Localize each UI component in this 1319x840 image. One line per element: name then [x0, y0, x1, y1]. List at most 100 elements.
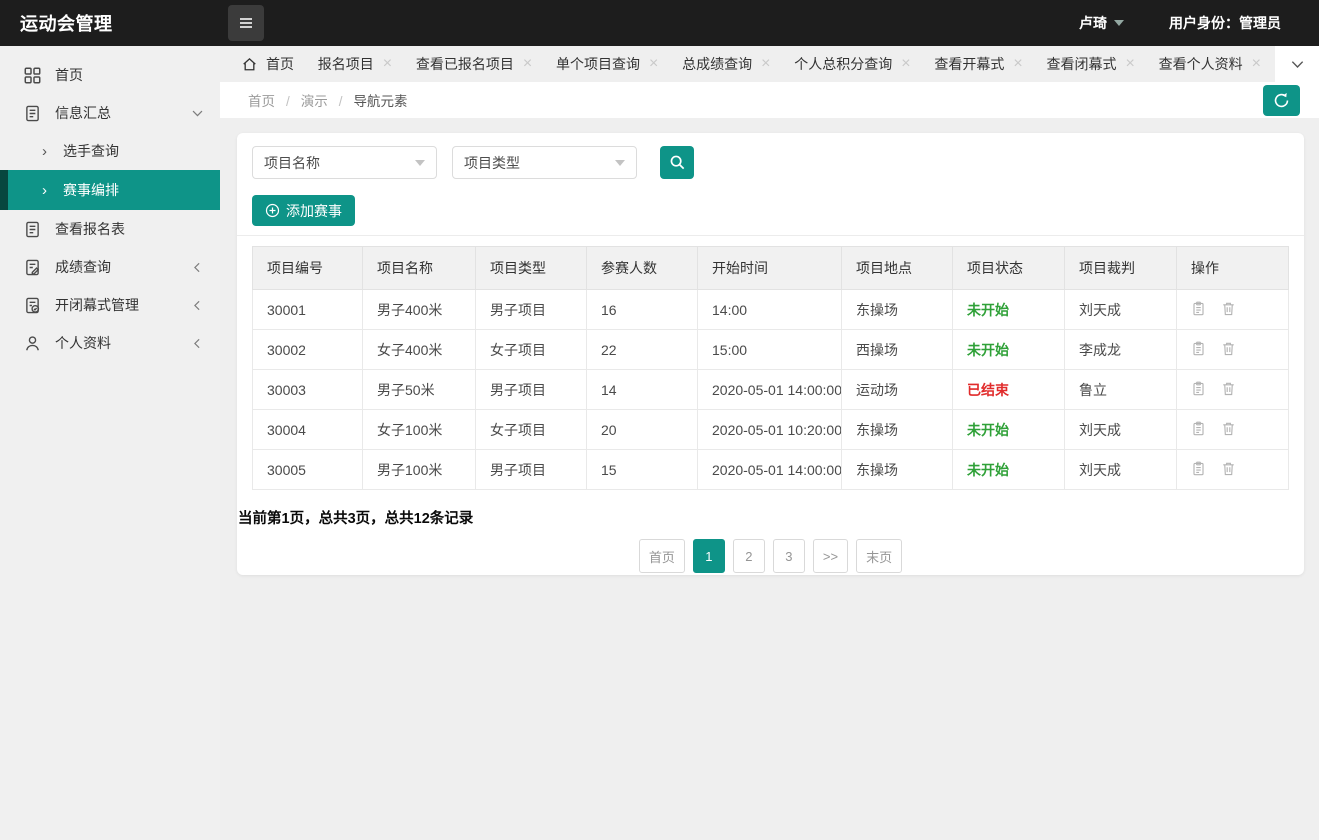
breadcrumb-item[interactable]: 导航元素 — [354, 90, 408, 110]
sidebar-item[interactable]: 成绩查询 — [0, 248, 220, 286]
user-role-label: 用户身份：管理员 — [1169, 13, 1281, 33]
sidebar-item-icon — [24, 259, 41, 276]
sidebar-item[interactable]: › 选手查询 — [0, 132, 220, 170]
sidebar-toggle-button[interactable] — [228, 5, 264, 41]
table-row: 30003 男子50米 男子项目 14 2020-05-01 14:00:00 … — [253, 370, 1289, 410]
tab[interactable]: 查看个人资料 × — [1151, 54, 1269, 74]
tab[interactable]: 个人总积分查询 × — [786, 54, 918, 74]
add-event-button[interactable]: 添加赛事 — [252, 195, 355, 226]
project-type-select-value: 项目类型 — [464, 153, 520, 173]
tab[interactable]: 单个项目查询 × — [548, 54, 666, 74]
breadcrumb-item[interactable]: 首页 — [248, 90, 301, 110]
cell-location: 东操场 — [842, 450, 953, 490]
tab[interactable]: 查看已报名项目 × — [408, 54, 540, 74]
sidebar-item[interactable]: 个人资料 — [0, 324, 220, 362]
cell-location: 运动场 — [842, 370, 953, 410]
edit-icon[interactable] — [1191, 341, 1206, 356]
cell-project-id: 30003 — [253, 370, 363, 410]
edit-icon[interactable] — [1191, 301, 1206, 316]
sidebar-item-icon — [24, 297, 41, 314]
app-title: 运动会管理 — [0, 10, 220, 36]
breadcrumb: 首页演示导航元素 — [248, 90, 408, 110]
cell-referee: 刘天成 — [1065, 450, 1177, 490]
table-header-cell: 参赛人数 — [587, 247, 698, 290]
tab-close-icon[interactable]: × — [1126, 56, 1135, 72]
refresh-icon — [1273, 92, 1290, 109]
project-type-select[interactable]: 项目类型 — [452, 146, 637, 179]
table-header-cell: 项目裁判 — [1065, 247, 1177, 290]
tab-close-icon[interactable]: × — [383, 56, 392, 72]
tab-bar: 首页 报名项目 × 查看已报名项目 × 单个项目查询 × — [220, 46, 1319, 82]
user-menu[interactable]: 卢琦 — [1079, 13, 1124, 33]
cell-status: 未开始 — [953, 330, 1065, 370]
pagination-button[interactable]: 首页 — [639, 539, 685, 573]
delete-icon[interactable] — [1221, 381, 1236, 396]
edit-icon[interactable] — [1191, 461, 1206, 476]
chevron-down-icon — [191, 107, 204, 120]
refresh-button[interactable] — [1263, 85, 1300, 116]
cell-start-time: 2020-05-01 14:00:00 — [698, 370, 842, 410]
tab-close-icon[interactable]: × — [901, 56, 910, 72]
delete-icon[interactable] — [1221, 341, 1236, 356]
breadcrumb-item[interactable]: 演示 — [301, 90, 354, 110]
pagination-summary: 当前第1页，总共3页，总共12条记录 — [238, 507, 1289, 528]
cell-start-time: 2020-05-01 10:20:00 — [698, 410, 842, 450]
cell-referee: 刘天成 — [1065, 410, 1177, 450]
project-name-select-value: 项目名称 — [264, 153, 320, 173]
cell-status: 已结束 — [953, 370, 1065, 410]
tab-overflow-button[interactable] — [1275, 46, 1319, 82]
delete-icon[interactable] — [1221, 421, 1236, 436]
pagination-button[interactable]: 2 — [733, 539, 765, 573]
delete-icon[interactable] — [1221, 461, 1236, 476]
tab[interactable]: 报名项目 × — [310, 54, 400, 74]
project-name-select[interactable]: 项目名称 — [252, 146, 437, 179]
tab-close-icon[interactable]: × — [649, 56, 658, 72]
tab-label: 查看已报名项目 — [416, 54, 514, 74]
tab-label: 报名项目 — [318, 54, 374, 74]
tab[interactable]: 查看开幕式 × — [926, 54, 1030, 74]
edit-icon[interactable] — [1191, 381, 1206, 396]
cell-participant-count: 15 — [587, 450, 698, 490]
sidebar-item[interactable]: 查看报名表 — [0, 210, 220, 248]
sidebar-item[interactable]: 信息汇总 — [0, 94, 220, 132]
search-button[interactable] — [660, 146, 694, 179]
sidebar-item[interactable]: 首页 — [0, 56, 220, 94]
table-row: 30005 男子100米 男子项目 15 2020-05-01 14:00:00… — [253, 450, 1289, 490]
delete-icon[interactable] — [1221, 301, 1236, 316]
cell-start-time: 2020-05-01 14:00:00 — [698, 450, 842, 490]
table-row: 30001 男子400米 男子项目 16 14:00 东操场 未开始 刘天成 — [253, 290, 1289, 330]
submenu-arrow-icon: › — [42, 183, 47, 198]
cell-participant-count: 22 — [587, 330, 698, 370]
edit-icon[interactable] — [1191, 421, 1206, 436]
pagination-button[interactable]: >> — [813, 539, 848, 573]
tab[interactable]: 总成绩查询 × — [674, 54, 778, 74]
pagination-button[interactable]: 1 — [693, 539, 725, 573]
pagination-button[interactable]: 3 — [773, 539, 805, 573]
pagination-button[interactable]: 末页 — [856, 539, 902, 573]
tab-label: 查看闭幕式 — [1047, 54, 1117, 74]
tab[interactable]: 首页 — [234, 54, 302, 74]
cell-project-name: 男子50米 — [363, 370, 476, 410]
sidebar-item-label: 查看报名表 — [55, 219, 125, 239]
tab-close-icon[interactable]: × — [761, 56, 770, 72]
tab[interactable]: 查看闭幕式 × — [1039, 54, 1143, 74]
sidebar-item-icon — [24, 105, 41, 122]
sidebar-item[interactable]: › 赛事编排 — [0, 170, 220, 210]
cell-operations — [1177, 330, 1289, 370]
sidebar-item-label: 赛事编排 — [63, 180, 119, 200]
tab-close-icon[interactable]: × — [1013, 56, 1022, 72]
tab-close-icon[interactable]: × — [1252, 56, 1261, 72]
tab-close-icon[interactable]: × — [523, 56, 532, 72]
table-header-cell: 项目状态 — [953, 247, 1065, 290]
sidebar-item[interactable]: 开闭幕式管理 — [0, 286, 220, 324]
tab-label: 查看个人资料 — [1159, 54, 1243, 74]
chevron-down-icon — [1290, 57, 1305, 72]
cell-project-name: 男子400米 — [363, 290, 476, 330]
cell-operations — [1177, 410, 1289, 450]
cell-referee: 李成龙 — [1065, 330, 1177, 370]
chevron-left-icon — [191, 299, 204, 312]
submenu-arrow-icon: › — [42, 144, 47, 159]
sidebar-item-icon — [24, 67, 41, 84]
cell-start-time: 14:00 — [698, 290, 842, 330]
tab-label: 首页 — [266, 54, 294, 74]
